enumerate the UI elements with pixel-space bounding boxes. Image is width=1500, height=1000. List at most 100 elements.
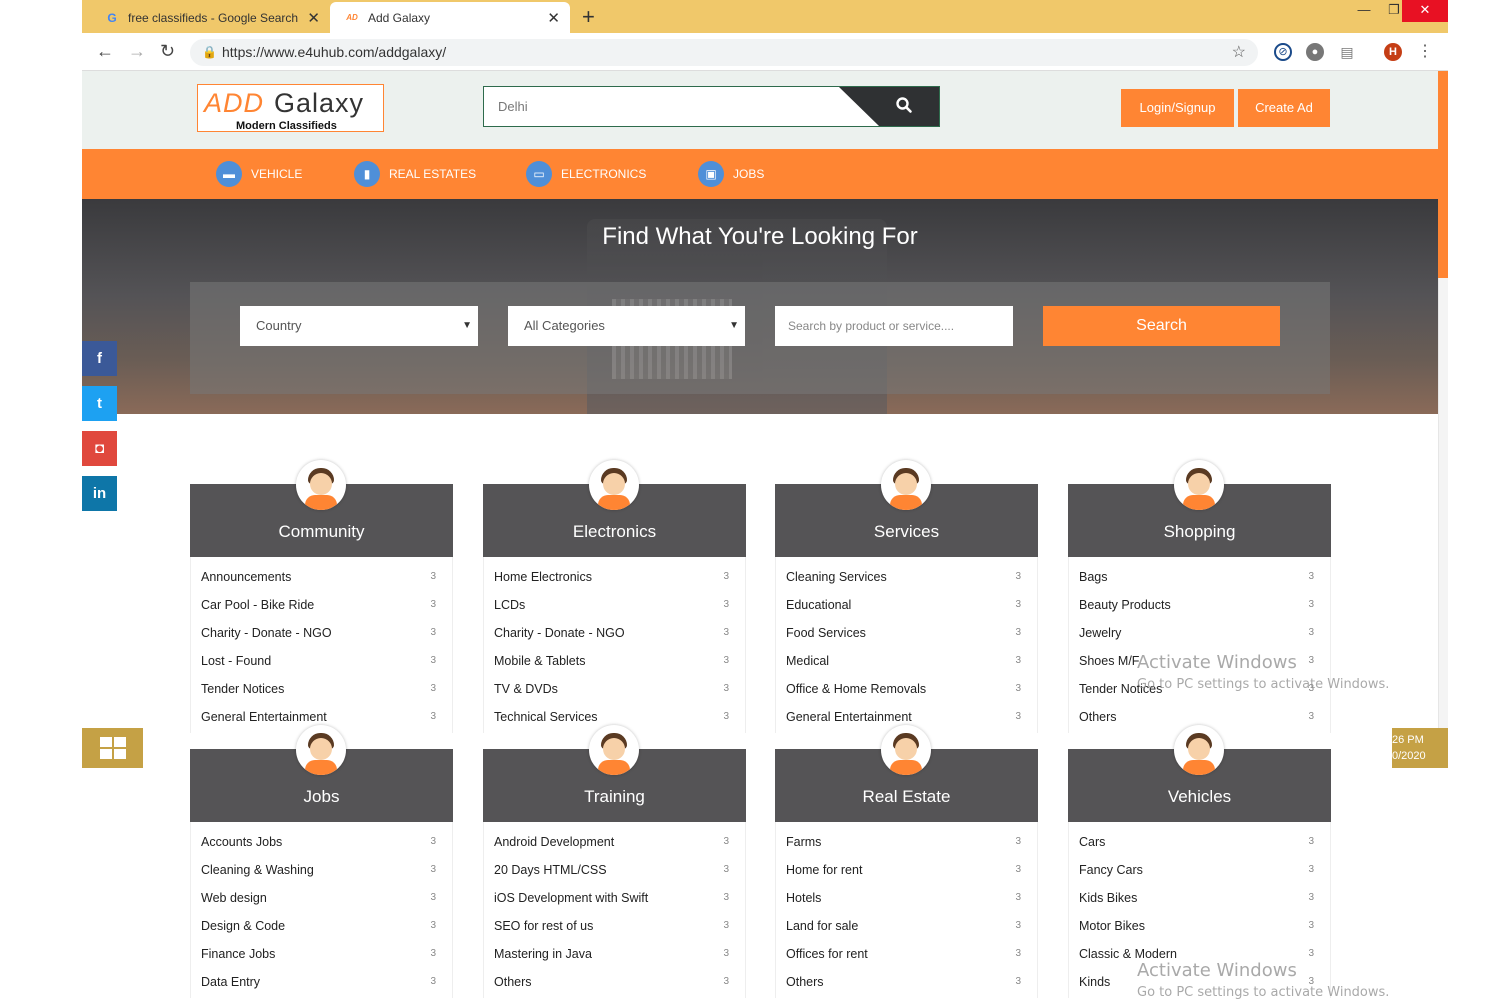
profile-avatar[interactable]: H [1384,43,1402,61]
list-item[interactable]: Mastering in Java 3 [484,942,745,970]
list-item[interactable]: Beauty Products 3 [1069,593,1330,621]
category-select[interactable]: All Categories ▼ [508,306,745,346]
list-item[interactable]: 20 Days HTML/CSS 3 [484,858,745,886]
list-item[interactable]: Car Pool - Bike Ride 3 [191,593,452,621]
page-scrollbar[interactable] [1438,278,1448,728]
tab-label: free classifieds - Google Search [128,10,299,25]
monitor-icon: ▭ [526,161,552,187]
country-select[interactable]: Country ▼ [240,306,478,346]
linkedin-icon[interactable]: in [82,476,117,511]
new-tab-button[interactable]: + [582,4,595,30]
list-item[interactable]: TV & DVDs 3 [484,677,745,705]
create-ad-button[interactable]: Create Ad [1238,89,1330,127]
logo-add-text: ADD [204,88,265,118]
header-search-input[interactable]: Delhi [483,86,940,127]
login-signup-button[interactable]: Login/Signup [1121,89,1234,127]
site-logo[interactable]: ADD Galaxy Modern Classifieds [197,84,384,132]
list-item[interactable]: Hotels 3 [776,886,1037,914]
printer-icon[interactable]: ▤ [1338,43,1356,61]
list-item[interactable]: Android Development 3 [484,830,745,858]
list-item[interactable]: Farms 3 [776,830,1037,858]
list-item[interactable]: Medical 3 [776,649,1037,677]
nav-item-real-estates[interactable]: ▮ REAL ESTATES [354,161,476,187]
list-item[interactable]: Accounts Jobs 3 [191,830,452,858]
close-tab-icon[interactable]: ✕ [547,9,560,27]
category-card-community: Community Announcements 3 Car Pool - Bike… [190,460,453,733]
product-search-placeholder: Search by product or service.... [788,319,955,333]
list-item[interactable]: Educational 3 [776,593,1037,621]
product-search-input[interactable]: Search by product or service.... [775,306,1013,346]
list-item[interactable]: Kids Bikes 3 [1069,886,1330,914]
tab-google-search[interactable]: G free classifieds - Google Search ✕ [90,2,330,33]
bookmark-star-icon[interactable]: ☆ [1232,39,1246,66]
instagram-icon[interactable]: ◘ [82,431,117,466]
list-item[interactable]: LCDs 3 [484,593,745,621]
nav-item-jobs[interactable]: ▣ JOBS [698,161,764,187]
list-item[interactable]: Finance Jobs 3 [191,942,452,970]
list-item[interactable]: Cleaning Services 3 [776,565,1037,593]
logo-tagline: Modern Classifieds [236,120,337,132]
list-item[interactable]: Food Services 3 [776,621,1037,649]
windows-start-button[interactable] [82,728,143,768]
list-item[interactable]: iOS Development with Swift 3 [484,886,745,914]
list-item[interactable]: Bags 3 [1069,565,1330,593]
minimize-button[interactable]: — [1349,0,1379,22]
list-item[interactable]: Web design 3 [191,886,452,914]
list-item[interactable]: Others 3 [484,970,745,998]
list-item[interactable]: Motor Bikes 3 [1069,914,1330,942]
truck-icon: ▬ [216,161,242,187]
twitter-icon[interactable]: t [82,386,117,421]
list-item[interactable]: Cars 3 [1069,830,1330,858]
list-item[interactable]: Lost - Found 3 [191,649,452,677]
list-item[interactable]: Data Entry 3 [191,970,452,998]
list-item[interactable]: Fancy Cars 3 [1069,858,1330,886]
list-item[interactable]: Design & Code 3 [191,914,452,942]
list-item[interactable]: Home for rent 3 [776,858,1037,886]
avatar [1174,460,1224,510]
list-item[interactable]: Others 3 [776,970,1037,998]
clock-time: 26 PM [1392,734,1424,746]
forward-arrow-icon[interactable]: → [128,41,146,62]
avatar [589,460,639,510]
list-item[interactable]: Charity - Donate - NGO 3 [191,621,452,649]
category-card-real-estate: Real Estate Farms 3 Home for rent 3 Hotels… [775,725,1038,1000]
hero-search-button[interactable]: Search [1043,306,1280,346]
hero-title: Find What You're Looking For [602,223,918,250]
header-search-button[interactable] [839,87,939,126]
reload-icon[interactable]: ↻ [160,41,175,62]
list-item[interactable]: Charity - Donate - NGO 3 [484,621,745,649]
taskbar-clock[interactable]: 26 PM 0/2020 [1392,728,1448,768]
close-tab-icon[interactable]: ✕ [307,9,320,27]
block-extension-icon[interactable]: ⊘ [1274,43,1292,61]
list-item[interactable]: Mobile & Tablets 3 [484,649,745,677]
list-item[interactable]: Jewelry 3 [1069,621,1330,649]
country-select-value: Country [256,318,302,333]
nav-item-vehicle[interactable]: ▬ VEHICLE [216,161,302,187]
avatar [881,460,931,510]
category-card-jobs: Jobs Accounts Jobs 3 Cleaning & Washing 3 … [190,725,453,1000]
list-item[interactable]: Land for sale 3 [776,914,1037,942]
nav-item-electronics[interactable]: ▭ ELECTRONICS [526,161,646,187]
list-item[interactable]: Tender Notices 3 [191,677,452,705]
avatar [589,725,639,775]
dropdown-arrow-icon: ▼ [462,320,472,331]
back-arrow-icon[interactable]: ← [96,41,114,62]
list-item[interactable]: Home Electronics 3 [484,565,745,593]
facebook-icon[interactable]: f [82,341,117,376]
watermark-title: Activate Windows [1137,652,1297,673]
menu-kebab-icon[interactable]: ⋮ [1416,43,1434,61]
list-item[interactable]: SEO for rest of us 3 [484,914,745,942]
category-card-training: Training Android Development 3 20 Days HT… [483,725,746,1000]
screen: G free classifieds - Google Search ✕ AD … [0,0,1500,1000]
list-item[interactable]: Offices for rent 3 [776,942,1037,970]
avatar [881,725,931,775]
extension-icon[interactable]: ● [1306,43,1324,61]
address-bar[interactable]: 🔒 https://www.e4uhub.com/addgalaxy/ ☆ [190,39,1258,66]
close-window-button[interactable]: ✕ [1402,0,1448,22]
logo-galaxy-text: Galaxy [274,88,365,118]
tab-add-galaxy[interactable]: AD Add Galaxy ✕ [330,2,570,33]
list-item[interactable]: Office & Home Removals 3 [776,677,1037,705]
list-item[interactable]: Announcements 3 [191,565,452,593]
avatar [296,725,346,775]
list-item[interactable]: Cleaning & Washing 3 [191,858,452,886]
